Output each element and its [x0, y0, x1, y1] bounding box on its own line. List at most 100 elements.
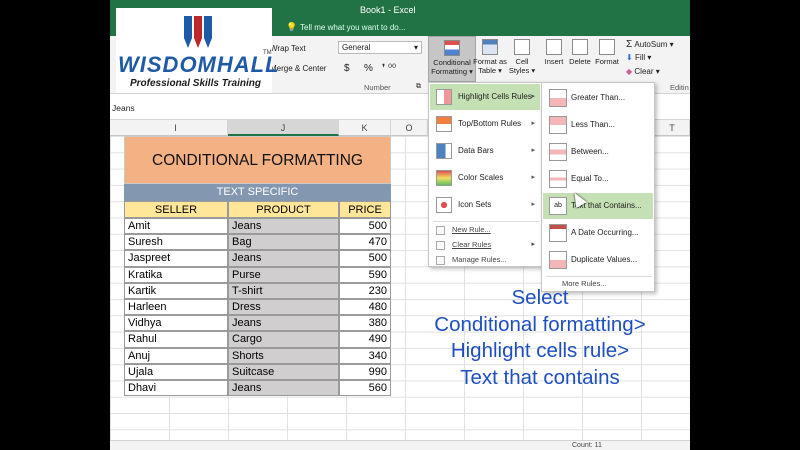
product-cell[interactable]: Cargo	[228, 331, 339, 348]
logo-tagline: Professional Skills Training	[130, 78, 261, 89]
fat-label-line1: Format as	[473, 57, 507, 66]
menu-item-label: New Rule...	[452, 225, 491, 234]
fill-button[interactable]: ⬇ Fill ▾	[626, 53, 651, 62]
product-cell[interactable]: Jeans	[228, 250, 339, 267]
product-cell[interactable]: Bag	[228, 234, 339, 251]
menu-item-icon-sets[interactable]: Icon Sets ▸	[430, 192, 540, 218]
lightbulb-icon: 💡	[286, 22, 298, 32]
comma-style-button[interactable]: ❜ ⁰⁰	[382, 63, 396, 74]
menu-item-color-scales[interactable]: Color Scales ▸	[430, 165, 540, 191]
conditional-formatting-button[interactable]: Conditional Formatting ▾	[428, 36, 476, 82]
header-product[interactable]: PRODUCT	[228, 201, 339, 218]
submenu-item-between[interactable]: Between...	[543, 139, 653, 165]
seller-cell[interactable]: Anuj	[124, 347, 228, 364]
submenu-item-less-than[interactable]: Less Than...	[543, 112, 653, 138]
submenu-item-label: Less Than...	[571, 120, 615, 129]
status-count: Count: 11	[572, 442, 602, 449]
seller-cell[interactable]: Ujala	[124, 363, 228, 380]
price-cell[interactable]: 340	[339, 347, 391, 364]
product-cell[interactable]: Dress	[228, 299, 339, 316]
column-header-o[interactable]: O	[391, 120, 428, 136]
product-cell[interactable]: Suitcase	[228, 363, 339, 380]
column-header-j[interactable]: J	[228, 120, 339, 136]
seller-cell[interactable]: Kratika	[124, 266, 228, 283]
submenu-item-date-occurring[interactable]: A Date Occurring...	[543, 220, 653, 246]
table-row: Vidhya Jeans 380	[124, 315, 391, 332]
price-cell[interactable]: 560	[339, 380, 391, 397]
seller-cell[interactable]: Suresh	[124, 234, 228, 251]
highlight-cells-icon	[436, 89, 452, 105]
seller-cell[interactable]: Harleen	[124, 299, 228, 316]
price-cell[interactable]: 500	[339, 218, 391, 235]
clear-rules-icon	[436, 241, 445, 250]
text-contains-icon: ab	[549, 197, 567, 215]
menu-item-manage-rules[interactable]: Manage Rules...	[430, 253, 540, 267]
new-rule-icon	[436, 226, 445, 235]
price-cell[interactable]: 380	[339, 315, 391, 332]
autosum-button[interactable]: Σ AutoSum ▾	[626, 39, 674, 50]
tell-me-input[interactable]: Tell me what you want to do...	[300, 23, 405, 32]
price-cell[interactable]: 470	[339, 234, 391, 251]
seller-cell[interactable]: Dhavi	[124, 380, 228, 397]
submenu-item-equal-to[interactable]: Equal To...	[543, 166, 653, 192]
price-cell[interactable]: 590	[339, 266, 391, 283]
price-cell[interactable]: 490	[339, 331, 391, 348]
header-price[interactable]: PRICE	[339, 201, 391, 218]
product-cell[interactable]: Jeans	[228, 315, 339, 332]
seller-cell[interactable]: Rahul	[124, 331, 228, 348]
chevron-right-icon: ▸	[531, 174, 535, 181]
submenu-item-text-that-contains[interactable]: ab Text that Contains...	[543, 193, 653, 219]
format-icon	[599, 39, 615, 55]
column-header-k[interactable]: K	[339, 120, 391, 136]
format-as-table-button[interactable]: Format as Table ▾	[470, 39, 510, 75]
menu-item-label: Icon Sets	[458, 200, 492, 209]
menu-item-label: Color Scales	[458, 173, 504, 182]
price-cell[interactable]: 500	[339, 250, 391, 267]
chevron-down-icon: ▾	[413, 43, 418, 52]
menu-item-clear-rules[interactable]: Clear Rules ▸	[430, 238, 540, 252]
format-button[interactable]: Format	[592, 39, 622, 66]
column-header-i[interactable]: I	[124, 120, 228, 136]
seller-cell[interactable]: Jaspreet	[124, 250, 228, 267]
menu-item-top-bottom-rules[interactable]: Top/Bottom Rules ▸	[430, 111, 540, 137]
menu-item-new-rule[interactable]: New Rule...	[430, 223, 540, 237]
eraser-icon: ◆	[626, 67, 633, 76]
logo-brand: WISDOMHALL	[118, 52, 280, 77]
column-header-t[interactable]: T	[655, 120, 690, 136]
seller-cell[interactable]: Amit	[124, 218, 228, 235]
menu-item-highlight-cells-rules[interactable]: Highlight Cells Rules ▸	[430, 84, 540, 110]
dialog-launcher-icon[interactable]: ⧉	[416, 83, 421, 91]
price-cell[interactable]: 230	[339, 282, 391, 299]
seller-cell[interactable]: Kartik	[124, 282, 228, 299]
price-cell[interactable]: 990	[339, 363, 391, 380]
submenu-item-greater-than[interactable]: Greater Than...	[543, 85, 653, 111]
seller-cell[interactable]: Vidhya	[124, 315, 228, 332]
submenu-item-duplicate-values[interactable]: Duplicate Values...	[543, 247, 653, 273]
icon-sets-icon	[436, 197, 452, 213]
menu-item-label: Clear Rules	[452, 240, 492, 249]
product-cell[interactable]: Purse	[228, 266, 339, 283]
product-cell[interactable]: Jeans	[228, 380, 339, 397]
menu-item-label: Manage Rules...	[452, 255, 507, 264]
menu-item-data-bars[interactable]: Data Bars ▸	[430, 138, 540, 164]
percent-button[interactable]: %	[364, 63, 373, 74]
submenu-item-label: Greater Than...	[571, 93, 626, 102]
insert-button[interactable]: Insert	[540, 39, 568, 66]
product-cell[interactable]: Jeans	[228, 218, 339, 235]
cell-styles-button[interactable]: Cell Styles ▾	[506, 39, 538, 75]
conditional-formatting-menu: Highlight Cells Rules ▸ Top/Bottom Rules…	[428, 82, 542, 267]
table-icon	[482, 39, 498, 55]
product-cell[interactable]: T-shirt	[228, 282, 339, 299]
cs-label-line1: Cell	[515, 57, 529, 66]
header-seller[interactable]: SELLER	[124, 201, 228, 218]
price-cell[interactable]: 480	[339, 299, 391, 316]
table-subtitle: TEXT SPECIFIC	[124, 184, 391, 201]
product-cell[interactable]: Shorts	[228, 347, 339, 364]
delete-button[interactable]: Delete	[566, 39, 594, 66]
table-row: Kartik T-shirt 230	[124, 282, 391, 299]
clear-button[interactable]: ◆ Clear ▾	[626, 67, 660, 76]
currency-button[interactable]: $	[344, 63, 350, 74]
number-format-select[interactable]: General ▾	[338, 41, 422, 54]
fill-label: Fill ▾	[634, 53, 652, 62]
number-group-label: Number	[364, 83, 391, 92]
